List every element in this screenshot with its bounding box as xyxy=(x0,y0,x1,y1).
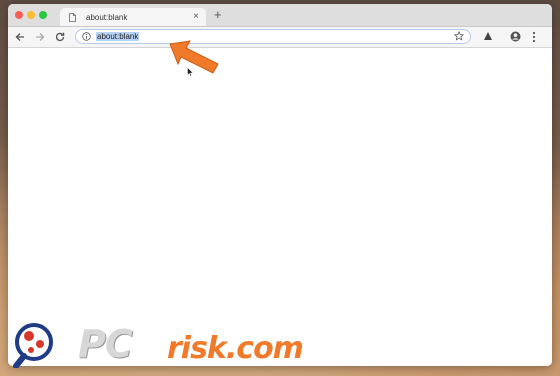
new-tab-button[interactable]: + xyxy=(214,8,222,22)
reload-button[interactable] xyxy=(54,31,66,43)
pointer-arrow-icon xyxy=(169,40,219,74)
document-icon xyxy=(69,13,76,22)
magnifier-logo-icon xyxy=(13,323,53,368)
pcrisk-watermark: PC risk.com xyxy=(12,318,332,370)
close-window-button[interactable] xyxy=(15,11,23,19)
tab-strip: about:blank × + xyxy=(8,4,552,27)
watermark-brand-rest: risk.com xyxy=(167,331,304,366)
watermark-brand-pc: PC xyxy=(78,322,133,366)
browser-toolbar: about:blank xyxy=(8,27,552,48)
account-icon[interactable] xyxy=(510,31,521,42)
tab-about-blank[interactable]: about:blank × xyxy=(60,8,206,26)
close-tab-button[interactable]: × xyxy=(193,11,199,22)
three-dot-menu-icon[interactable] xyxy=(532,31,536,43)
tab-title: about:blank xyxy=(86,13,128,22)
star-icon[interactable] xyxy=(454,31,464,41)
back-button[interactable] xyxy=(14,31,26,43)
mouse-cursor-icon xyxy=(187,67,194,77)
minimize-window-button[interactable] xyxy=(27,11,35,19)
maximize-window-button[interactable] xyxy=(39,11,47,19)
info-icon[interactable] xyxy=(82,32,91,41)
browser-window: about:blank × + about:blank xyxy=(8,4,552,366)
extension-triangle-icon[interactable] xyxy=(483,31,493,41)
url-text[interactable]: about:blank xyxy=(96,32,140,41)
address-bar[interactable]: about:blank xyxy=(75,29,471,44)
forward-button[interactable] xyxy=(34,31,46,43)
